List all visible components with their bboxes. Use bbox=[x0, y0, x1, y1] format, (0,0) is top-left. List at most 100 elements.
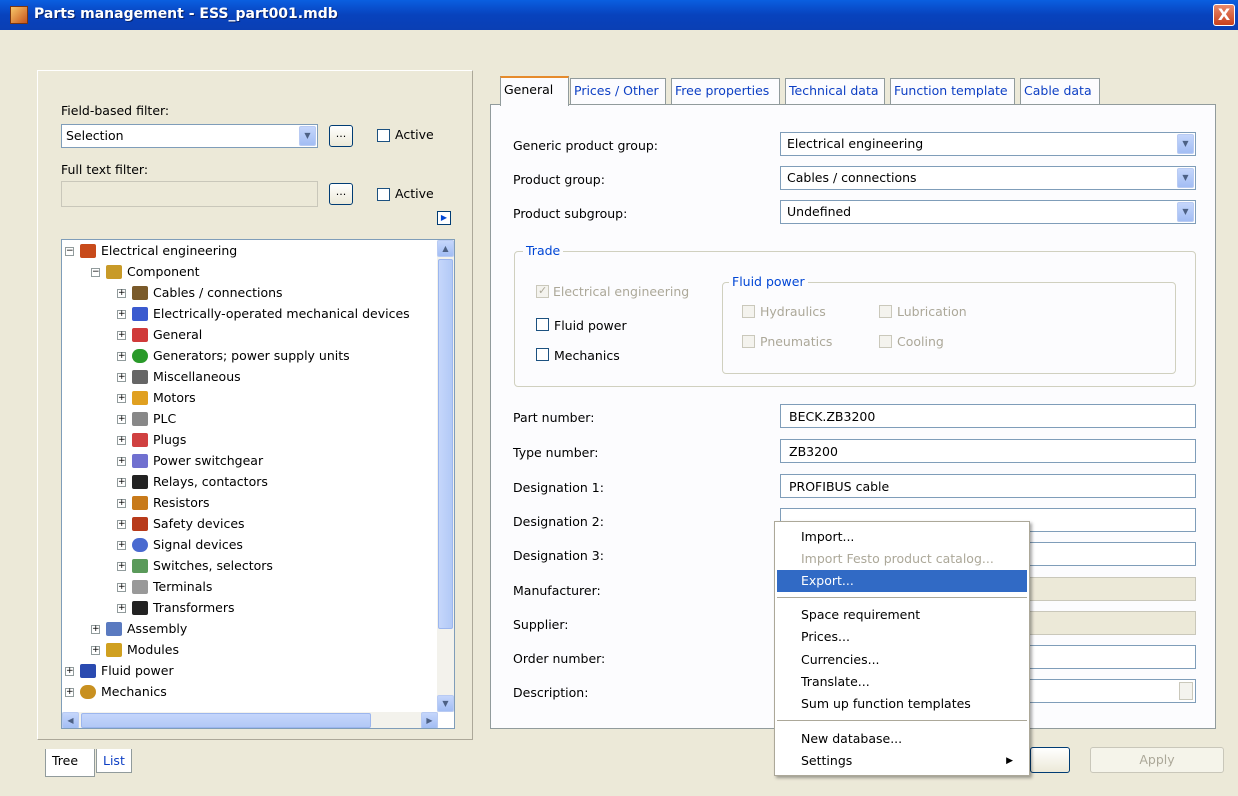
pneumatics-label: Pneumatics bbox=[760, 334, 833, 349]
tab-general[interactable]: General bbox=[500, 76, 569, 106]
menu-separator bbox=[777, 720, 1027, 721]
expand-icon: + bbox=[117, 456, 126, 466]
full-text-filter-input[interactable] bbox=[61, 181, 318, 207]
mechanics-checkbox[interactable] bbox=[536, 348, 549, 361]
scroll-thumb[interactable] bbox=[81, 713, 371, 728]
collapse-icon[interactable]: − bbox=[65, 247, 74, 256]
menu-item-import[interactable]: Import... bbox=[777, 526, 1027, 548]
spinner-icon[interactable] bbox=[1179, 682, 1193, 700]
menu-item-new-database[interactable]: New database... bbox=[777, 728, 1027, 750]
type-number-field[interactable]: ZB3200 bbox=[780, 439, 1196, 463]
expand-icon: + bbox=[117, 351, 126, 361]
parts-tree[interactable]: − Electrical engineering − Component + Ca… bbox=[61, 239, 455, 729]
tab-function-template[interactable]: Function template bbox=[890, 78, 1015, 104]
relay-icon bbox=[132, 475, 148, 489]
menu-item-space-requirement[interactable]: Space requirement bbox=[777, 604, 1027, 626]
submenu-arrow-icon: ▶ bbox=[1006, 756, 1013, 766]
chevron-down-icon[interactable]: ▼ bbox=[299, 126, 316, 146]
scroll-thumb[interactable] bbox=[438, 259, 453, 629]
expand-icon: + bbox=[117, 582, 126, 592]
electrical-engineering-label: Electrical engineering bbox=[553, 284, 690, 299]
menu-item-prices[interactable]: Prices... bbox=[777, 626, 1027, 648]
menu-item-export[interactable]: Export... bbox=[777, 570, 1027, 592]
scroll-down-icon[interactable]: ▼ bbox=[437, 695, 454, 712]
full-text-active-checkbox[interactable] bbox=[377, 188, 390, 201]
scroll-up-icon[interactable]: ▲ bbox=[437, 240, 454, 257]
cable-icon bbox=[132, 286, 148, 300]
electrical-engineering-icon bbox=[80, 244, 96, 258]
description-label: Description: bbox=[513, 685, 589, 700]
fluid-power-groupbox bbox=[722, 282, 1176, 374]
context-menu: Import... Import Festo product catalog..… bbox=[774, 521, 1030, 776]
mechanics-icon bbox=[80, 685, 96, 699]
collapse-icon[interactable]: − bbox=[91, 268, 100, 277]
electrical-engineering-checkbox[interactable] bbox=[536, 284, 549, 298]
tab-tree[interactable]: Tree bbox=[45, 749, 95, 777]
fluid-power-title: Fluid power bbox=[729, 274, 808, 289]
scroll-left-icon[interactable]: ◀ bbox=[62, 712, 79, 728]
title-bar: Parts management - ESS_part001.mdb X bbox=[0, 0, 1238, 30]
tree-horizontal-scrollbar[interactable]: ◀ ▶ bbox=[62, 712, 438, 728]
modules-icon bbox=[106, 643, 122, 657]
hydraulics-checkbox[interactable] bbox=[742, 305, 755, 318]
field-based-filter-value: Selection bbox=[66, 128, 124, 143]
expand-icon: + bbox=[65, 666, 74, 676]
tab-cable-data[interactable]: Cable data bbox=[1020, 78, 1100, 104]
hydraulics-label: Hydraulics bbox=[760, 304, 826, 319]
mechanics-label: Mechanics bbox=[554, 348, 620, 363]
expand-icon: + bbox=[91, 645, 100, 655]
full-text-active-label: Active bbox=[395, 186, 434, 201]
expand-icon: + bbox=[117, 477, 126, 487]
part-number-field[interactable]: BECK.ZB3200 bbox=[780, 404, 1196, 428]
order-number-label: Order number: bbox=[513, 651, 606, 666]
field-based-filter-label: Field-based filter: bbox=[61, 103, 170, 118]
type-number-label: Type number: bbox=[513, 445, 599, 460]
scroll-right-icon[interactable]: ▶ bbox=[421, 712, 438, 728]
field-filter-browse-button[interactable]: ... bbox=[329, 125, 353, 147]
product-group-label: Product group: bbox=[513, 172, 605, 187]
generic-product-group-label: Generic product group: bbox=[513, 138, 659, 153]
menu-item-translate[interactable]: Translate... bbox=[777, 671, 1027, 693]
product-subgroup-dropdown[interactable]: Undefined ▼ bbox=[780, 200, 1196, 224]
product-group-dropdown[interactable]: Cables / connections ▼ bbox=[780, 166, 1196, 190]
menu-item-settings[interactable]: Settings ▶ bbox=[777, 750, 1027, 772]
expand-icon: + bbox=[117, 435, 126, 445]
chevron-down-icon[interactable]: ▼ bbox=[1177, 202, 1194, 222]
designation1-field[interactable]: PROFIBUS cable bbox=[780, 474, 1196, 498]
ok-button[interactable] bbox=[1030, 747, 1070, 773]
fluid-power-checkbox[interactable] bbox=[536, 318, 549, 331]
mechanical-device-icon bbox=[132, 307, 148, 321]
menu-item-sum-up[interactable]: Sum up function templates bbox=[777, 693, 1027, 715]
motor-icon bbox=[132, 391, 148, 405]
tree-vertical-scrollbar[interactable]: ▲ ▼ bbox=[437, 240, 454, 712]
assembly-icon bbox=[106, 622, 122, 636]
full-text-browse-button[interactable]: ... bbox=[329, 183, 353, 205]
tab-list[interactable]: List bbox=[96, 749, 132, 773]
expand-icon: + bbox=[117, 414, 126, 424]
field-filter-active-checkbox[interactable] bbox=[377, 129, 390, 142]
chevron-down-icon[interactable]: ▼ bbox=[1177, 134, 1194, 154]
pneumatics-checkbox[interactable] bbox=[742, 335, 755, 348]
plug-icon bbox=[132, 433, 148, 447]
supplier-label: Supplier: bbox=[513, 617, 569, 632]
lubrication-checkbox[interactable] bbox=[879, 305, 892, 318]
close-button[interactable]: X bbox=[1213, 4, 1235, 26]
designation3-label: Designation 3: bbox=[513, 548, 604, 563]
general-icon bbox=[132, 328, 148, 342]
tab-technical-data[interactable]: Technical data bbox=[785, 78, 885, 104]
expand-arrow-icon[interactable]: ▶ bbox=[437, 211, 451, 225]
tab-prices-other[interactable]: Prices / Other bbox=[570, 78, 666, 104]
menu-item-currencies[interactable]: Currencies... bbox=[777, 649, 1027, 671]
chevron-down-icon[interactable]: ▼ bbox=[1177, 168, 1194, 188]
expand-icon: + bbox=[117, 288, 126, 298]
cooling-label: Cooling bbox=[897, 334, 944, 349]
apply-button[interactable]: Apply bbox=[1090, 747, 1224, 773]
fluid-power-icon bbox=[80, 664, 96, 678]
menu-item-import-festo[interactable]: Import Festo product catalog... bbox=[777, 548, 1027, 570]
resistor-icon bbox=[132, 496, 148, 510]
tab-free-properties[interactable]: Free properties bbox=[671, 78, 780, 104]
generic-product-group-dropdown[interactable]: Electrical engineering ▼ bbox=[780, 132, 1196, 156]
cooling-checkbox[interactable] bbox=[879, 335, 892, 348]
field-based-filter-dropdown[interactable]: Selection ▼ bbox=[61, 124, 318, 148]
plc-icon bbox=[132, 412, 148, 426]
